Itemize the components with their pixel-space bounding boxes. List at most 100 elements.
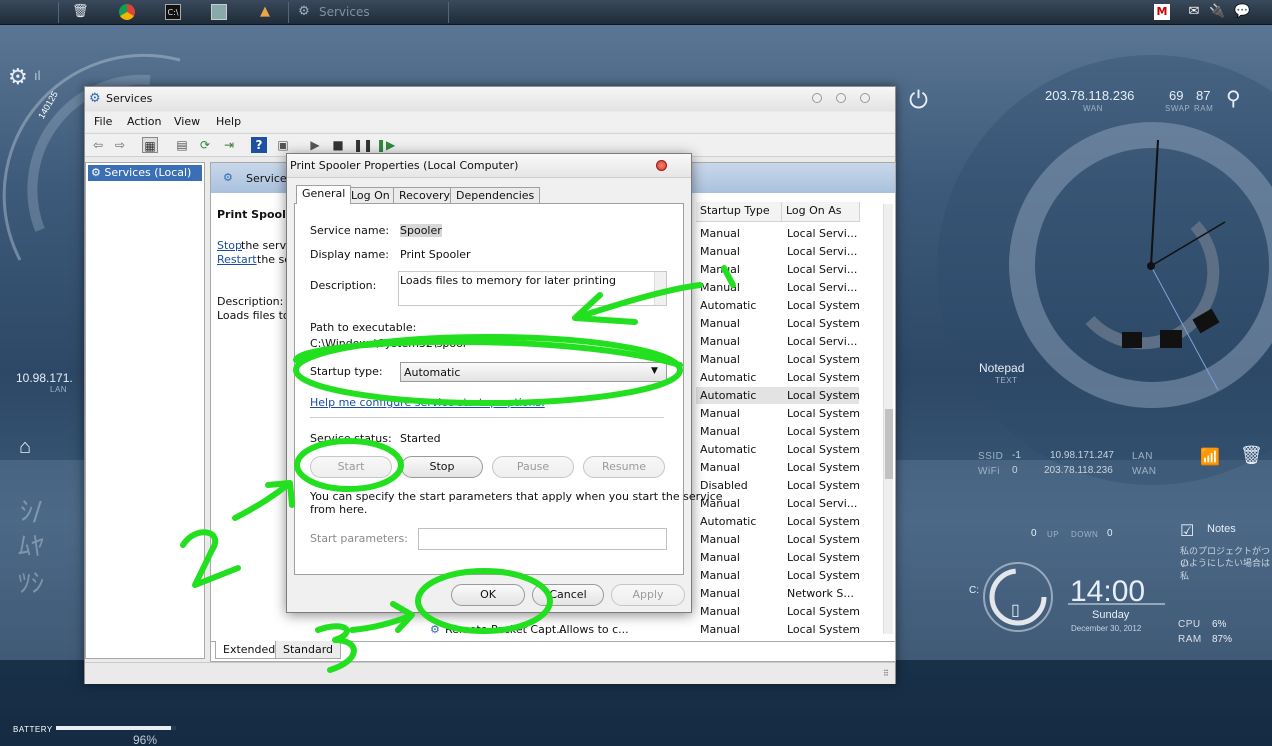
table-row[interactable]: Automatic Local System	[696, 441, 860, 458]
wifi-tower-icon[interactable]: 📶	[1200, 447, 1220, 467]
pause-icon[interactable]: ❚❚	[353, 137, 373, 153]
close-button[interactable]	[860, 93, 870, 103]
stop-button[interactable]: Stop	[401, 456, 483, 478]
clock-day: Sunday	[1092, 609, 1130, 621]
table-row[interactable]: Manual Local Servi...	[696, 333, 859, 350]
notes-label[interactable]: Notes	[1207, 523, 1236, 535]
battery-icon: ▯	[1011, 602, 1020, 619]
menu-action[interactable]: Action	[127, 115, 161, 128]
power-icon[interactable]: ⏻	[909, 87, 928, 115]
home-icon[interactable]: ⌂	[19, 436, 31, 459]
resize-grip-icon[interactable]: ⠿	[883, 669, 889, 678]
table-row[interactable]: Manual Network S...	[696, 585, 859, 602]
description-box[interactable]: Loads files to memory for later printing	[398, 271, 667, 306]
search-icon[interactable]: ⚲	[1226, 86, 1241, 111]
image-icon[interactable]	[211, 4, 227, 20]
play-icon[interactable]: ▶	[307, 137, 323, 153]
menu-file[interactable]: File	[94, 115, 112, 128]
table-row[interactable]: Manual Local Servi...	[696, 261, 859, 278]
table-row[interactable]: Manual Local Servi...	[696, 225, 859, 242]
minimize-button[interactable]	[812, 93, 822, 103]
apple-icon[interactable]	[20, 4, 36, 20]
notepad-label[interactable]: Notepad	[979, 361, 1024, 375]
startup-type-select[interactable]: Automatic ▼	[400, 362, 667, 382]
wan-label: WAN	[1083, 104, 1103, 113]
scrollbar-thumb[interactable]	[885, 409, 893, 479]
properties-icon[interactable]: ▤	[174, 137, 190, 153]
tab-recovery[interactable]: Recovery	[393, 187, 457, 204]
cmd-icon[interactable]: C:\	[165, 4, 181, 20]
log-on-as-cell: Local System	[787, 623, 861, 636]
antivirus-icon[interactable]: M	[1154, 4, 1170, 20]
stop-icon[interactable]: ■	[330, 137, 346, 153]
start-button[interactable]: Start	[310, 456, 392, 478]
partial-row-name[interactable]: Remote Packet Capt...	[445, 623, 567, 636]
battery-value: 96%	[133, 733, 158, 746]
table-row[interactable]: Manual Local System	[696, 459, 860, 476]
dialog-titlebar[interactable]: Print Spooler Properties (Local Computer…	[287, 154, 691, 178]
startup-type-cell: Manual	[700, 245, 740, 258]
table-row[interactable]: Automatic Local System	[696, 387, 860, 404]
refresh-icon[interactable]: ⟳	[197, 137, 213, 153]
mail-icon[interactable]: ✉	[1186, 4, 1202, 20]
restart-service-link[interactable]: Restart	[217, 253, 257, 266]
stop-service-link[interactable]: Stop	[217, 239, 242, 252]
table-row[interactable]: Manual Local Servi...	[696, 243, 859, 260]
console-tree-icon[interactable]: ▦	[142, 137, 158, 153]
table-row[interactable]: Manual Local System	[696, 567, 860, 584]
tab-log-on[interactable]: Log On	[345, 187, 396, 204]
table-row[interactable]: Manual Local Servi...	[696, 279, 859, 296]
speech-icon[interactable]: 💬	[1234, 4, 1250, 20]
display-name-value[interactable]: Print Spooler	[400, 248, 471, 261]
tree-item-services-local[interactable]: ⚙ Services (Local)	[88, 165, 202, 181]
table-row[interactable]: Automatic Local System	[696, 297, 860, 314]
column-startup-type[interactable]: Startup Type	[696, 202, 782, 222]
table-row[interactable]: Manual Local System	[696, 351, 860, 368]
table-row[interactable]: Manual Local System	[696, 549, 860, 566]
menu-view[interactable]: View	[174, 115, 200, 128]
power-plug-icon[interactable]: 🔌	[1209, 4, 1225, 20]
tab-extended[interactable]: Extended	[215, 641, 284, 659]
column-log-on-as[interactable]: Log On As	[782, 202, 860, 222]
table-row[interactable]: Automatic Local System	[696, 513, 860, 530]
chrome-icon[interactable]	[119, 4, 135, 20]
resume-button[interactable]: Resume	[583, 456, 665, 478]
pause-button[interactable]: Pause	[492, 456, 574, 478]
lock-icon[interactable]: ▲	[257, 4, 273, 20]
trash-widget-icon[interactable]: 🗑	[1240, 445, 1263, 466]
vertical-scrollbar[interactable]	[883, 204, 893, 634]
trash-icon[interactable]: 🗑	[72, 4, 89, 20]
table-row[interactable]: Manual Local System	[696, 315, 860, 332]
table-row[interactable]: Automatic Local System	[696, 369, 860, 386]
table-row[interactable]: Manual Local System	[696, 603, 860, 620]
help-icon[interactable]: ?	[251, 137, 267, 153]
tab-dependencies[interactable]: Dependencies	[450, 187, 541, 204]
start-params-input[interactable]	[418, 528, 667, 550]
help-configure-link[interactable]: Help me configure service startup option…	[310, 396, 545, 409]
forward-arrow-icon[interactable]: ⇨	[112, 137, 128, 153]
description-scrollbar[interactable]	[654, 272, 666, 305]
cancel-button[interactable]: Cancel	[532, 584, 604, 606]
tab-standard[interactable]: Standard	[275, 641, 342, 659]
dialog-close-button[interactable]	[656, 160, 667, 171]
settings-gear-icon[interactable]: ⚙	[8, 64, 28, 90]
back-arrow-icon[interactable]: ⇦	[90, 137, 106, 153]
view-icon[interactable]: ▣	[275, 137, 291, 153]
menu-help[interactable]: Help	[216, 115, 241, 128]
notes-check-icon[interactable]: ☑	[1180, 521, 1194, 541]
maximize-button[interactable]	[836, 93, 846, 103]
service-name-value[interactable]: Spooler	[400, 224, 442, 237]
restart-icon[interactable]: ❚▶	[376, 137, 395, 153]
export-icon[interactable]: ⇥	[221, 137, 237, 153]
startup-type-cell: Manual	[700, 317, 740, 330]
services-title: Services	[106, 92, 153, 105]
tab-general[interactable]: General	[296, 185, 352, 204]
services-titlebar[interactable]: ⚙ Services	[85, 87, 895, 111]
table-row[interactable]: Manual Local System	[696, 531, 860, 548]
table-row[interactable]: Manual Local System	[696, 405, 860, 422]
apply-button[interactable]: Apply	[611, 584, 685, 606]
active-window-label[interactable]: Services	[319, 5, 370, 19]
ok-button[interactable]: OK	[451, 584, 525, 606]
table-row[interactable]: Manual Local System	[696, 423, 860, 440]
table-row[interactable]: Manual Local System	[696, 621, 861, 638]
